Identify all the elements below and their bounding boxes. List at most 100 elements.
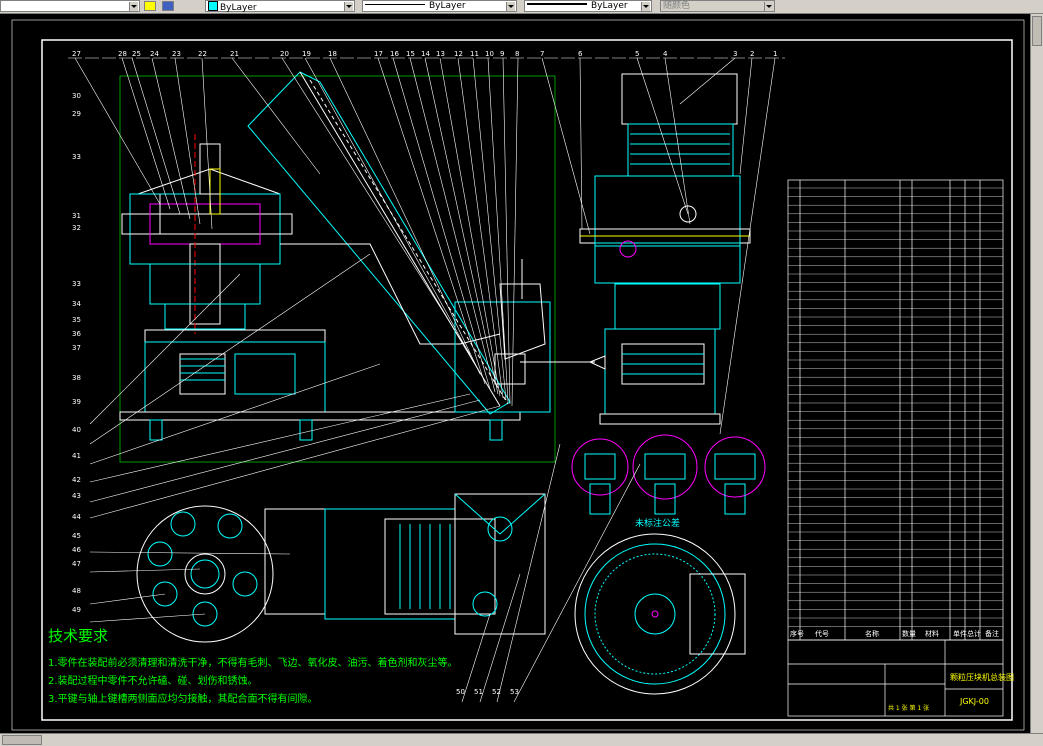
svg-text:23: 23: [172, 50, 181, 58]
sheet-border: [11, 19, 1025, 731]
svg-text:22: 22: [198, 50, 207, 58]
svg-text:数量: 数量: [902, 629, 916, 638]
title-block-sheet: 共 1 张 第 1 张: [888, 704, 929, 712]
svg-text:15: 15: [406, 50, 415, 58]
lineweight-sample: [527, 3, 587, 5]
cad-drawing: 未标注公差 27 28 25 24 23 22 21 20 19 18 17 1…: [11, 19, 1025, 731]
svg-text:43: 43: [72, 492, 81, 500]
svg-text:41: 41: [72, 452, 81, 460]
svg-text:代号: 代号: [815, 629, 829, 638]
svg-text:2: 2: [750, 50, 754, 58]
svg-text:序号: 序号: [790, 629, 804, 638]
svg-text:24: 24: [150, 50, 159, 58]
title-block-name: 颗粒压块机总装图: [950, 672, 1014, 682]
svg-text:12: 12: [454, 50, 463, 58]
color-control-dropdown[interactable]: ByLayer: [205, 0, 355, 13]
svg-text:11: 11: [470, 50, 479, 58]
svg-text:备注: 备注: [985, 629, 999, 638]
svg-text:25: 25: [132, 50, 141, 58]
svg-text:35: 35: [72, 316, 81, 324]
dropdown-arrow-icon: [764, 2, 773, 11]
svg-text:17: 17: [374, 50, 383, 58]
dropdown-arrow-icon: [506, 2, 515, 11]
svg-text:44: 44: [72, 513, 81, 521]
plan-view: [136, 493, 546, 643]
svg-text:33: 33: [72, 280, 81, 288]
plot-style-dropdown[interactable]: 随颜色: [660, 0, 775, 12]
bom-rows: [788, 187, 1003, 627]
svg-text:37: 37: [72, 344, 81, 352]
svg-text:31: 31: [72, 212, 81, 220]
lineweight-control-label: ByLayer: [591, 1, 628, 11]
svg-text:3: 3: [733, 50, 737, 58]
title-block-code: JGKJ-00: [959, 697, 989, 706]
svg-text:总计: 总计: [967, 629, 981, 638]
svg-text:6: 6: [578, 50, 583, 58]
tech-requirement-1: 1.零件在装配前必须清理和清洗干净，不得有毛刺、飞边、氧化皮、油污、着色剂和灰尘…: [48, 658, 458, 669]
vertical-scroll-thumb[interactable]: [1032, 16, 1042, 46]
svg-text:名称: 名称: [865, 629, 879, 638]
layer-dropdown[interactable]: [0, 0, 140, 12]
layer-state-icon[interactable]: [144, 1, 156, 11]
conveyor: [247, 71, 551, 415]
horizontal-scrollbar[interactable]: [0, 733, 1043, 746]
svg-text:18: 18: [328, 50, 337, 58]
svg-text:42: 42: [72, 476, 81, 484]
tech-requirements-title: 技术要求: [48, 627, 109, 645]
svg-text:53: 53: [510, 688, 519, 696]
svg-text:20: 20: [280, 50, 289, 58]
svg-text:14: 14: [421, 50, 430, 58]
svg-text:34: 34: [72, 300, 81, 308]
balloons-top: 27 28 25 24 23 22 21 20 19 18 17 16 15 1…: [72, 50, 777, 58]
linetype-control-label: ByLayer: [429, 1, 466, 11]
plot-style-label: 随颜色: [663, 1, 691, 11]
svg-text:材料: 材料: [925, 629, 939, 638]
detail-views: [571, 434, 766, 515]
horizontal-scroll-thumb[interactable]: [2, 735, 42, 745]
svg-text:46: 46: [72, 546, 81, 554]
svg-text:33: 33: [72, 153, 81, 161]
svg-text:48: 48: [72, 587, 81, 595]
svg-text:30: 30: [72, 92, 81, 100]
bom-table: [787, 179, 1004, 641]
turntable-view: [574, 533, 746, 695]
svg-text:7: 7: [540, 50, 544, 58]
svg-text:49: 49: [72, 606, 81, 614]
svg-text:52: 52: [492, 688, 501, 696]
vertical-scrollbar[interactable]: [1030, 14, 1043, 734]
svg-text:51: 51: [474, 688, 483, 696]
svg-text:5: 5: [635, 50, 639, 58]
color-control-label: ByLayer: [220, 3, 257, 13]
bom-header: 序号 代号 名称 数量 材料 单件 总计 备注: [790, 629, 999, 638]
side-view: [520, 73, 751, 425]
svg-text:38: 38: [72, 374, 81, 382]
svg-text:39: 39: [72, 398, 81, 406]
tech-requirement-3: 3.平键与轴上键槽两侧面应均匀接触，其配合面不得有间隙。: [48, 694, 318, 705]
linetype-sample: [365, 4, 425, 5]
svg-text:10: 10: [485, 50, 494, 58]
dropdown-arrow-icon: [344, 2, 353, 11]
svg-text:28: 28: [118, 50, 127, 58]
lineweight-control-dropdown[interactable]: ByLayer: [524, 0, 652, 12]
dropdown-arrow-icon: [641, 2, 650, 11]
tech-requirement-2: 2.装配过程中零件不允许磕、碰、划伤和锈蚀。: [48, 676, 258, 687]
drawing-canvas[interactable]: 未标注公差 27 28 25 24 23 22 21 20 19 18 17 1…: [0, 14, 1030, 734]
svg-text:40: 40: [72, 426, 81, 434]
layer-manager-icon[interactable]: [162, 1, 174, 11]
svg-text:50: 50: [456, 688, 465, 696]
svg-text:13: 13: [436, 50, 445, 58]
svg-text:16: 16: [390, 50, 399, 58]
svg-text:8: 8: [515, 50, 519, 58]
svg-text:45: 45: [72, 532, 81, 540]
svg-text:21: 21: [230, 50, 239, 58]
properties-toolbar: ByLayer ByLayer ByLayer 随颜色: [0, 0, 1043, 14]
svg-text:1: 1: [773, 50, 777, 58]
linetype-control-dropdown[interactable]: ByLayer: [362, 0, 517, 12]
balloons-left: 30 29 33 31 32 33 34 35 36 37 38 39 40 4…: [72, 92, 81, 614]
svg-text:32: 32: [72, 224, 81, 232]
svg-text:4: 4: [663, 50, 668, 58]
svg-text:19: 19: [302, 50, 311, 58]
svg-text:29: 29: [72, 110, 81, 118]
svg-text:9: 9: [500, 50, 504, 58]
detail-label: 未标注公差: [635, 517, 680, 529]
